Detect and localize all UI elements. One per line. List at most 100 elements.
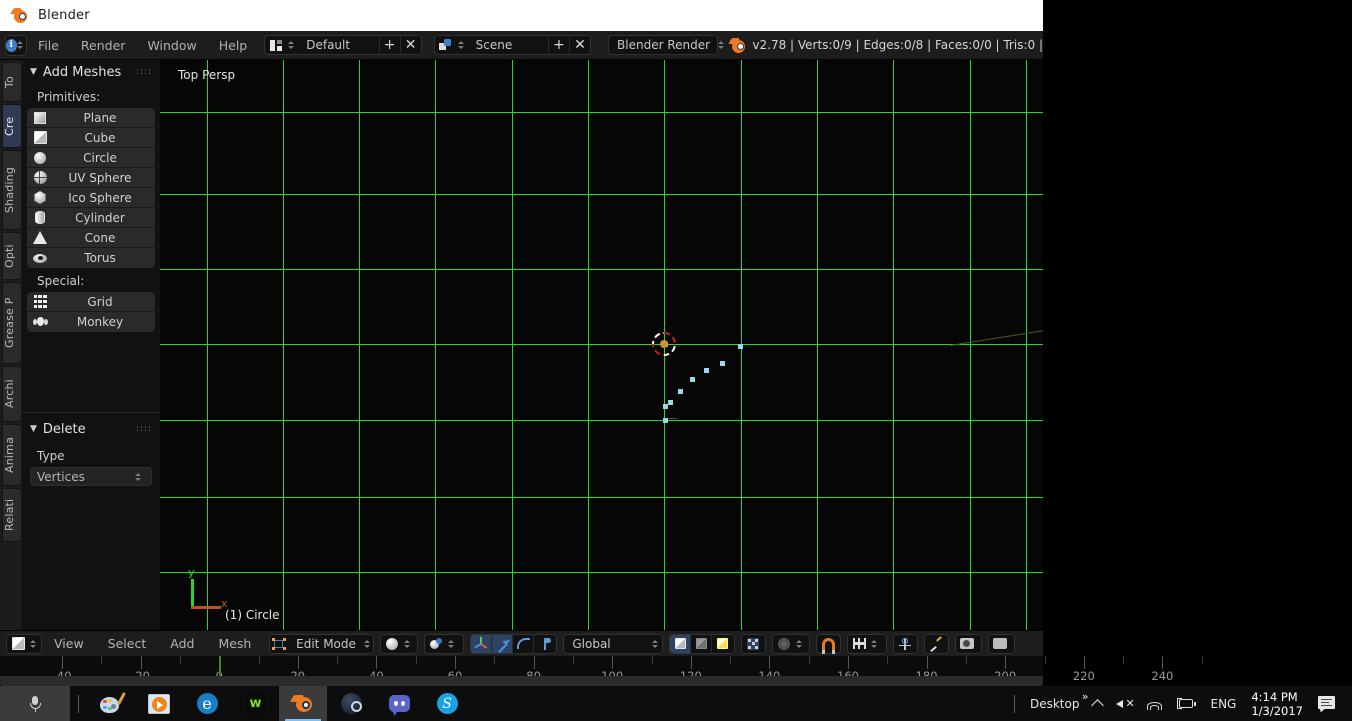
- show-hidden-icons-button[interactable]: [1086, 686, 1109, 721]
- cortana-button[interactable]: [0, 686, 70, 721]
- viewport-menu-add[interactable]: Add: [158, 631, 206, 657]
- add-scene-button[interactable]: +: [548, 35, 569, 55]
- taskbar-app-blender[interactable]: [279, 686, 327, 721]
- add-ico-sphere-label: Ico Sphere: [68, 190, 132, 205]
- taskbar-app-edge[interactable]: e: [183, 686, 231, 721]
- render-engine-selector[interactable]: Blender Render: [608, 35, 725, 55]
- movies-tv-icon: [148, 693, 170, 714]
- render-image-button[interactable]: [955, 633, 983, 654]
- shading-mode-selector[interactable]: [424, 633, 465, 654]
- sidebar-tab-relations[interactable]: Relati: [2, 488, 22, 542]
- mesh-select-mode-group[interactable]: [669, 633, 736, 654]
- menu-file[interactable]: File: [27, 31, 70, 60]
- add-ico-sphere-button[interactable]: Ico Sphere: [27, 188, 155, 208]
- mesh-options-button[interactable]: [924, 633, 950, 654]
- proportional-edit-button[interactable]: [893, 633, 919, 654]
- add-plane-button[interactable]: Plane: [27, 108, 155, 128]
- add-screen-layout-button[interactable]: +: [378, 35, 400, 55]
- 3d-viewport[interactable]: Top Persp y x (1) Circle: [160, 60, 1043, 630]
- battery-button[interactable]: [1170, 686, 1203, 721]
- add-uv-sphere-label: UV Sphere: [68, 170, 132, 185]
- timeline-tick-minor: [651, 656, 653, 664]
- scale-manipulator-icon[interactable]: [513, 634, 535, 653]
- mesh-vertex[interactable]: [720, 361, 725, 366]
- mesh-vertex[interactable]: [690, 377, 695, 382]
- sidebar-tab-architecture[interactable]: Archi: [2, 366, 22, 422]
- sidebar-tab-options[interactable]: Opti: [2, 232, 22, 280]
- info-editor-type-button[interactable]: i: [5, 34, 27, 56]
- snap-toggle-button[interactable]: [816, 633, 842, 654]
- timeline-tick-minor: [415, 656, 417, 664]
- delete-type-dropdown[interactable]: Vertices: [30, 467, 152, 486]
- viewport-menu-view[interactable]: View: [42, 631, 96, 657]
- screen-layout-selector[interactable]: Default + ✕: [264, 35, 422, 55]
- circle-icon: [29, 149, 51, 167]
- taskbar-app-steam[interactable]: [327, 686, 375, 721]
- limit-selection-to-visible-toggle[interactable]: [741, 633, 767, 654]
- sidebar-tab-animation[interactable]: Anima: [2, 424, 22, 486]
- viewport-shading-selector[interactable]: [380, 633, 419, 654]
- viewport-menu-mesh[interactable]: Mesh: [206, 631, 263, 657]
- manipulator-toggle-group[interactable]: [470, 633, 558, 654]
- language-indicator[interactable]: ENG: [1203, 686, 1243, 721]
- menu-help[interactable]: Help: [208, 31, 259, 60]
- special-button-list: Grid Monkey: [27, 292, 155, 332]
- timeline-scrollbar[interactable]: [0, 676, 1043, 686]
- editor-type-selector[interactable]: [6, 633, 42, 654]
- add-uv-sphere-button[interactable]: UV Sphere: [27, 168, 155, 188]
- sidebar-tab-create[interactable]: Cre: [2, 104, 22, 148]
- pivot-spinner-icon: [795, 636, 803, 652]
- cone-icon: [29, 229, 51, 247]
- delete-scene-button[interactable]: ✕: [569, 35, 590, 55]
- add-cube-button[interactable]: Cube: [27, 128, 155, 148]
- menu-render[interactable]: Render: [70, 31, 137, 60]
- shading-spinner-icon: [403, 636, 411, 652]
- menu-window[interactable]: Window: [136, 31, 207, 60]
- interaction-mode-selector[interactable]: Edit Mode: [269, 633, 375, 654]
- add-cone-button[interactable]: Cone: [27, 228, 155, 248]
- taskbar-app-movies-tv[interactable]: [135, 686, 183, 721]
- mesh-vertex[interactable]: [668, 400, 673, 405]
- rotate-manipulator-icon[interactable]: [492, 634, 514, 653]
- face-select-icon[interactable]: [712, 635, 733, 653]
- empty-manipulator-icon[interactable]: [534, 635, 555, 653]
- taskbar-app-paint[interactable]: [87, 686, 135, 721]
- network-button[interactable]: [1140, 686, 1170, 721]
- sidebar-tab-tools[interactable]: To: [2, 62, 22, 102]
- render-animation-button[interactable]: [988, 633, 1016, 654]
- add-grid-button[interactable]: Grid: [27, 292, 155, 312]
- delete-panel-header[interactable]: ▼ Delete ::::: [22, 417, 160, 441]
- scene-selector[interactable]: Scene + ✕: [433, 35, 592, 55]
- add-meshes-panel-header[interactable]: ▼ Add Meshes ::::: [22, 60, 160, 84]
- mesh-vertex[interactable]: [738, 344, 743, 349]
- viewport-menu-select[interactable]: Select: [96, 631, 159, 657]
- edge-select-icon[interactable]: [691, 634, 713, 653]
- taskbar-app-skype[interactable]: S: [423, 686, 471, 721]
- transform-orientation-selector[interactable]: Global: [563, 633, 664, 654]
- clock[interactable]: 4:14 PM 1/3/2017: [1243, 690, 1311, 718]
- action-center-button[interactable]: [1311, 686, 1344, 721]
- pivot-point-selector[interactable]: [772, 633, 811, 654]
- mesh-vertex[interactable]: [678, 389, 683, 394]
- desktop-peek-button[interactable]: Desktop »: [1023, 686, 1089, 721]
- mesh-vertex[interactable]: [704, 368, 709, 373]
- taskbar-app-discord[interactable]: [375, 686, 423, 721]
- snap-spinner-icon: [870, 636, 878, 652]
- delete-screen-layout-button[interactable]: ✕: [399, 35, 421, 55]
- add-monkey-button[interactable]: Monkey: [27, 312, 155, 332]
- taskbar-app-vivaldi[interactable]: w: [231, 686, 279, 721]
- sidebar-tab-grease-pencil[interactable]: Grease P: [2, 282, 22, 364]
- timeline-tick-minor: [179, 656, 181, 664]
- add-circle-button[interactable]: Circle: [27, 148, 155, 168]
- add-cylinder-button[interactable]: Cylinder: [27, 208, 155, 228]
- sidebar-tab-shading[interactable]: Shading: [2, 150, 22, 230]
- mesh-vertex[interactable]: [663, 418, 668, 423]
- translate-manipulator-icon[interactable]: [471, 634, 493, 653]
- add-torus-button[interactable]: Torus: [27, 248, 155, 268]
- skype-icon: S: [436, 693, 458, 714]
- volume-button[interactable]: ✕: [1109, 686, 1140, 721]
- vertex-select-icon[interactable]: [670, 634, 692, 653]
- snap-element-selector[interactable]: [847, 633, 888, 654]
- delete-type-label: Type: [37, 449, 65, 463]
- tool-shelf: ▼ Add Meshes :::: Primitives: Plane Cube…: [22, 60, 160, 630]
